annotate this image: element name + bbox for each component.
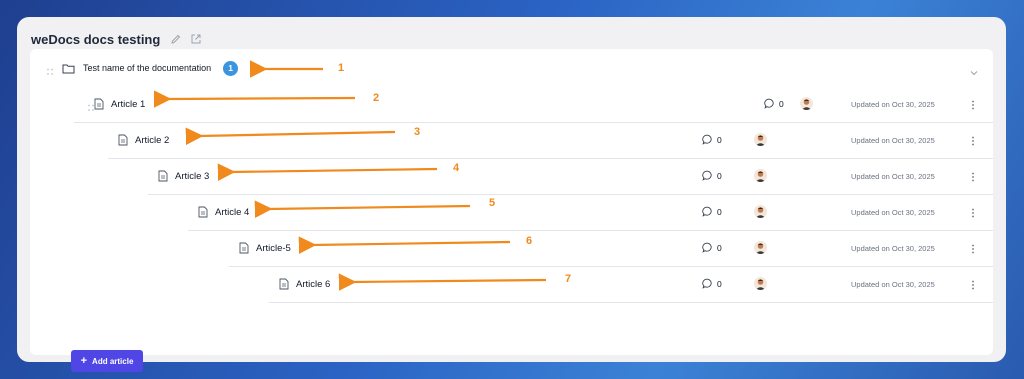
annotation-number: 1 xyxy=(338,62,344,74)
annotation-number: 6 xyxy=(526,235,532,247)
annotation-arrow xyxy=(153,90,356,108)
annotation-arrow xyxy=(298,236,511,254)
annotation-arrow xyxy=(217,163,438,181)
annotation-number: 5 xyxy=(489,197,495,209)
annotation-number: 4 xyxy=(453,162,460,174)
annotation-arrow xyxy=(254,200,471,218)
annotation-arrow xyxy=(185,127,396,146)
annotation-number: 2 xyxy=(373,92,379,104)
annotation-number: 7 xyxy=(565,273,571,285)
annotation-arrow xyxy=(338,273,547,291)
annotation-arrows: 1 2 3 4 5 6 7 xyxy=(153,60,571,291)
annotation-number: 3 xyxy=(414,126,420,138)
